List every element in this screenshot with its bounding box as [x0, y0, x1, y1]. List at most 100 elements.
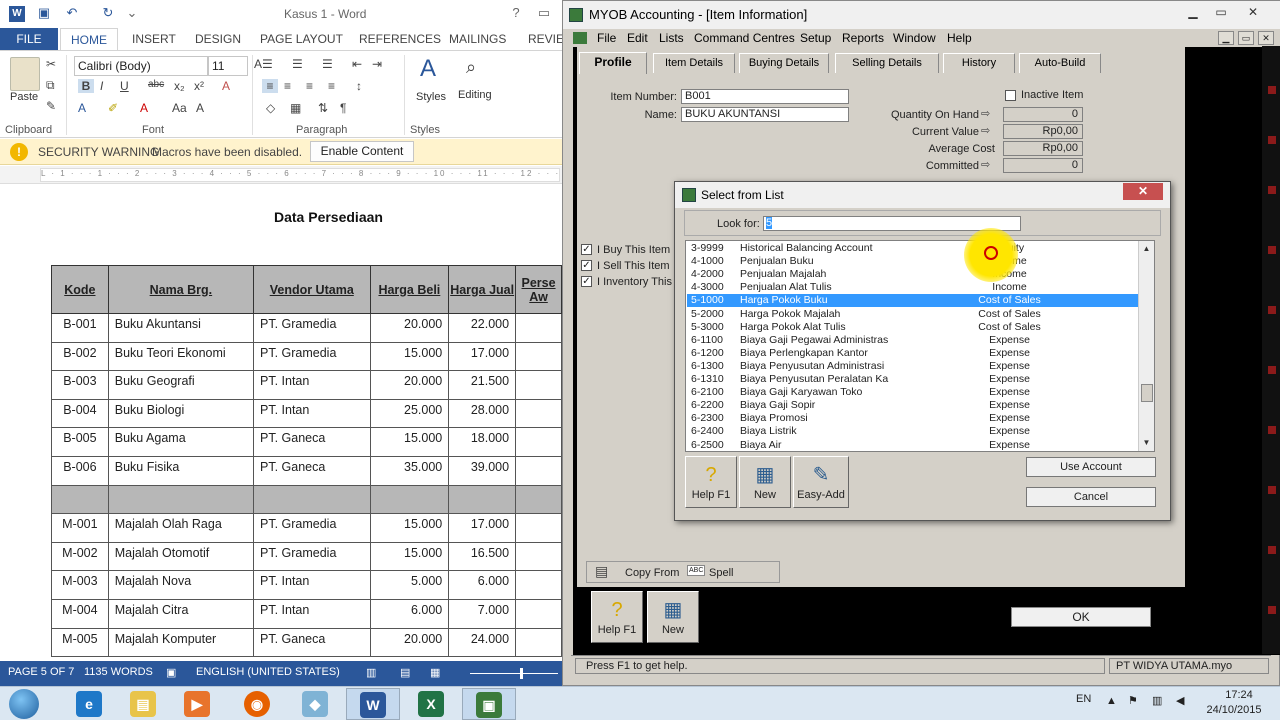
child-window-icon[interactable]	[573, 32, 587, 44]
menu-edit[interactable]: Edit	[627, 31, 648, 45]
dialog-close-button[interactable]: ✕	[1123, 183, 1163, 200]
format-painter-icon[interactable]: ✎	[46, 99, 56, 113]
tab-buying-details[interactable]: Buying Details	[739, 53, 829, 73]
decrease-indent-icon[interactable]: ⇤	[352, 57, 362, 71]
tab-insert[interactable]: INSERT	[132, 28, 176, 50]
word-count[interactable]: 1135 WORDS	[84, 666, 153, 678]
account-list[interactable]: 3-9999Historical Balancing AccountEquity…	[685, 240, 1155, 452]
sort-icon[interactable]: ⇅	[318, 101, 328, 115]
network-icon[interactable]: ▥	[1152, 694, 1162, 707]
taskbar-myob[interactable]: ▣	[462, 688, 516, 720]
shading-icon[interactable]: ◇	[266, 101, 275, 115]
account-list-item[interactable]: 4-3000 Penjualan Alat Tulis Income	[687, 281, 1138, 294]
copy-icon[interactable]: ⧉	[46, 78, 55, 93]
horizontal-ruler[interactable]: L · 1 · · · 1 · · · 2 · · · 3 · · · 4 · …	[0, 166, 562, 184]
account-list-item[interactable]: 5-1000 Harga Pokok Buku Cost of Sales	[687, 294, 1138, 308]
flag-icon[interactable]: ⚑	[1128, 694, 1138, 707]
myob-app-icon[interactable]	[569, 8, 583, 22]
menu-setup[interactable]: Setup	[800, 31, 831, 45]
account-list-item[interactable]: 6-2300 Biaya Promosi Expense	[687, 412, 1138, 425]
ok-button[interactable]: OK	[1011, 607, 1151, 627]
save-icon[interactable]: ▣	[36, 5, 52, 21]
show-marks-icon[interactable]: ¶	[340, 101, 346, 115]
help-f1-button[interactable]: ? Help F1	[591, 591, 643, 643]
tab-auto-build[interactable]: Auto-Build	[1019, 53, 1101, 73]
new-button[interactable]: ▦ New	[647, 591, 699, 643]
taskbar-ie[interactable]: e	[62, 688, 116, 720]
grow-font-icon-2[interactable]: A	[196, 101, 204, 115]
borders-icon[interactable]: ▦	[290, 101, 301, 115]
minimize-icon[interactable]: ▁	[1179, 3, 1207, 23]
maximize-icon[interactable]: ▭	[1207, 3, 1235, 23]
paste-button[interactable]: Paste	[10, 91, 38, 103]
customize-toolbar-icon[interactable]: ⌄	[124, 5, 140, 21]
child-close-icon[interactable]: ✕	[1258, 31, 1274, 45]
proofing-icon[interactable]: ▣	[166, 666, 176, 679]
account-list-item[interactable]: 6-2400 Biaya Listrik Expense	[687, 425, 1138, 438]
taskbar-app[interactable]: ◆	[288, 688, 342, 720]
bullets-icon[interactable]: ☰	[262, 57, 273, 71]
menu-lists[interactable]: Lists	[659, 31, 684, 45]
account-list-item[interactable]: 3-9999Historical Balancing AccountEquity	[687, 242, 1138, 255]
menu-help[interactable]: Help	[947, 31, 972, 45]
account-list-item[interactable]: 6-1200 Biaya Perlengkapan Kantor Expense	[687, 347, 1138, 360]
redo-icon[interactable]: ↻	[100, 5, 116, 21]
bold-icon[interactable]: B	[78, 79, 94, 93]
account-list-item[interactable]: 6-1100 Biaya Gaji Pegawai Administras Expe…	[687, 334, 1138, 347]
scroll-thumb[interactable]	[1141, 384, 1153, 402]
undo-icon[interactable]: ↶	[64, 5, 80, 21]
spell-button[interactable]: Spell	[709, 567, 733, 579]
menu-window[interactable]: Window	[893, 31, 936, 45]
editing-button[interactable]: Editing	[458, 89, 492, 101]
dialog-help-button[interactable]: ? Help F1	[685, 456, 737, 508]
tab-file[interactable]: FILE	[0, 28, 58, 50]
font-name-select[interactable]: Calibri (Body)	[74, 56, 208, 76]
zoom-arrow-icon[interactable]: ⇨	[981, 158, 990, 171]
cancel-button[interactable]: Cancel	[1026, 487, 1156, 507]
volume-icon[interactable]: ◀	[1176, 694, 1184, 707]
child-minimize-icon[interactable]: ▁	[1218, 31, 1234, 45]
align-center-icon[interactable]: ≡	[284, 79, 291, 93]
numbering-icon[interactable]: ☰	[292, 57, 303, 71]
highlight-icon[interactable]: ✐	[108, 101, 118, 115]
clock-date[interactable]: 24/10/2015	[1200, 704, 1268, 716]
help-icon[interactable]: ?	[508, 5, 524, 21]
paste-icon[interactable]	[10, 57, 40, 91]
tab-selling-details[interactable]: Selling Details	[835, 53, 939, 73]
underline-icon[interactable]: U	[120, 79, 129, 93]
language-status[interactable]: ENGLISH (UNITED STATES)	[196, 666, 340, 678]
superscript-icon[interactable]: x²	[194, 79, 204, 93]
account-list-item[interactable]: 6-2100 Biaya Gaji Karyawan Toko Expense	[687, 386, 1138, 399]
taskbar-media[interactable]: ▶	[170, 688, 224, 720]
copy-from-icon[interactable]: ▤	[595, 563, 608, 580]
tab-references[interactable]: REFERENCES	[359, 28, 441, 50]
account-list-item[interactable]: 6-1310 Biaya Penyusutan Peralatan Ka Expen…	[687, 373, 1138, 386]
tab-mailings[interactable]: MAILINGS	[449, 28, 506, 50]
scroll-down-icon[interactable]: ▼	[1141, 437, 1152, 448]
tab-history[interactable]: History	[943, 53, 1015, 73]
taskbar-excel[interactable]: X	[404, 688, 458, 720]
tab-home[interactable]: HOME	[60, 28, 118, 50]
zoom-slider[interactable]	[470, 673, 558, 674]
font-color-icon[interactable]: A	[140, 101, 148, 115]
input-language[interactable]: EN	[1076, 693, 1091, 705]
tab-profile[interactable]: Profile	[579, 52, 647, 74]
justify-icon[interactable]: ≡	[328, 79, 335, 93]
taskbar-firefox[interactable]: ◉	[230, 688, 284, 720]
cut-icon[interactable]: ✂	[46, 57, 56, 71]
account-list-item[interactable]: 5-2000 Harga Pokok Majalah Cost of Sales	[687, 308, 1138, 321]
styles-icon[interactable]: A	[420, 55, 436, 83]
menu-reports[interactable]: Reports	[842, 31, 884, 45]
clear-format-icon[interactable]: A	[222, 79, 230, 93]
document-page[interactable]: Data Persediaan Kode Nama Brg. Vendor Ut…	[0, 185, 562, 661]
account-list-item[interactable]: 6-2500 Biaya Air Expense	[687, 439, 1138, 452]
account-list-item[interactable]: 6-1300 Biaya Penyusutan Administrasi Expen…	[687, 360, 1138, 373]
line-spacing-icon[interactable]: ↕	[356, 79, 362, 93]
inventory-item-checkbox[interactable]: ✓	[581, 276, 592, 287]
zoom-arrow-icon[interactable]: ⇨	[981, 124, 990, 137]
child-restore-icon[interactable]: ▭	[1238, 31, 1254, 45]
account-list-item[interactable]: 5-3000 Harga Pokok Alat Tulis Cost of Sale…	[687, 321, 1138, 334]
item-number-field[interactable]: B001	[681, 89, 849, 104]
tab-design[interactable]: DESIGN	[195, 28, 241, 50]
multilevel-list-icon[interactable]: ☰	[322, 57, 333, 71]
